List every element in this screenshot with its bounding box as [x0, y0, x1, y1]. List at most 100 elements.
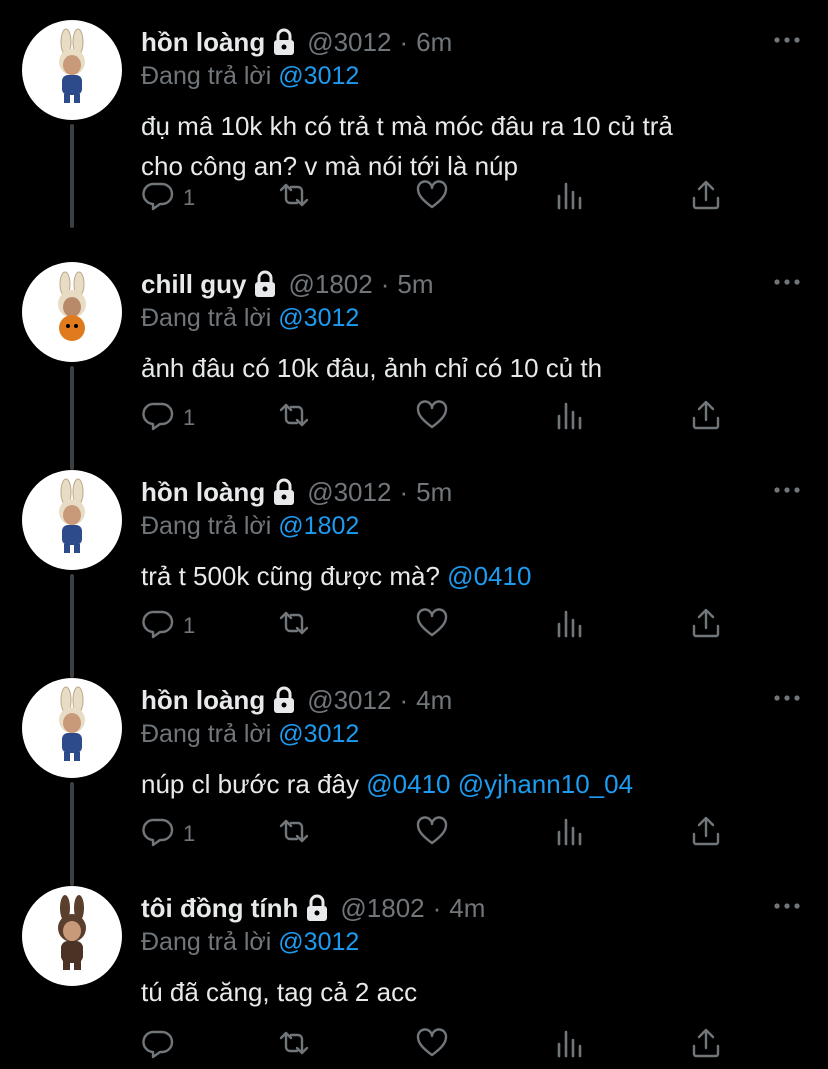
timestamp[interactable]: 4m [416, 685, 452, 716]
tweet-text-line: núp cl bước ra đây @0410 @yjhann10_04 [141, 764, 781, 804]
reply-button[interactable]: 1 [141, 400, 195, 436]
reply-count: 1 [183, 405, 196, 430]
replying-mention[interactable]: @3012 [278, 304, 359, 332]
action-bar: 1 [141, 608, 741, 648]
replying-mention[interactable]: @3012 [278, 62, 359, 90]
timestamp[interactable]: 4m [449, 893, 485, 924]
replying-to: Đang trả lời @3012 [141, 62, 359, 91]
retweet-button[interactable] [277, 1028, 311, 1064]
reply-button[interactable] [141, 1028, 175, 1064]
action-bar: 1 [141, 816, 741, 856]
replying-mention[interactable]: @3012 [278, 720, 359, 748]
replying-prefix: Đang trả lời [141, 304, 272, 332]
like-button[interactable] [415, 816, 449, 852]
share-button[interactable] [689, 1028, 723, 1064]
replying-mention[interactable]: @3012 [278, 928, 359, 956]
action-bar [141, 1028, 741, 1068]
more-icon[interactable] [772, 896, 802, 916]
timestamp[interactable]: 5m [416, 477, 452, 508]
views-button[interactable] [553, 1028, 587, 1064]
reply-button[interactable]: 1 [141, 816, 195, 852]
like-icon [415, 1026, 449, 1066]
share-icon [689, 398, 723, 438]
reply-button[interactable]: 1 [141, 180, 195, 216]
handle[interactable]: @3012 [307, 27, 391, 58]
lock-icon [304, 894, 330, 922]
views-icon [553, 398, 587, 438]
more-icon[interactable] [772, 480, 802, 500]
lock-icon [271, 478, 297, 506]
tweet-3[interactable]: hồn loàng @3012 · 5m Đang trả lời @1802 … [0, 470, 828, 678]
tweet-4[interactable]: hồn loàng @3012 · 4m Đang trả lời @3012 … [0, 678, 828, 886]
thread-line [70, 366, 74, 470]
lock-icon [271, 686, 297, 714]
like-button[interactable] [415, 608, 449, 644]
retweet-button[interactable] [277, 608, 311, 644]
handle[interactable]: @3012 [307, 685, 391, 716]
handle[interactable]: @3012 [307, 477, 391, 508]
replying-to: Đang trả lời @3012 [141, 928, 359, 957]
like-button[interactable] [415, 1028, 449, 1064]
tweet-2[interactable]: chill guy @1802 · 5m Đang trả lời @3012 … [0, 262, 828, 470]
more-icon[interactable] [772, 272, 802, 292]
avatar[interactable] [22, 262, 122, 362]
retweet-button[interactable] [277, 180, 311, 216]
views-button[interactable] [553, 816, 587, 852]
retweet-button[interactable] [277, 816, 311, 852]
timestamp[interactable]: 6m [416, 27, 452, 58]
avatar[interactable] [22, 20, 122, 120]
reply-icon [141, 606, 175, 646]
reply-count: 1 [183, 613, 196, 638]
views-button[interactable] [553, 180, 587, 216]
views-button[interactable] [553, 400, 587, 436]
more-icon[interactable] [772, 30, 802, 50]
display-name[interactable]: chill guy [141, 269, 246, 300]
timestamp[interactable]: 5m [397, 269, 433, 300]
reply-thread: hồn loàng @3012 · 6m Đang trả lời @3012 … [0, 0, 828, 1069]
share-button[interactable] [689, 608, 723, 644]
action-bar: 1 [141, 400, 741, 440]
tweet-text-line: ảnh đâu có 10k đâu, ảnh chỉ có 10 củ th [141, 353, 603, 383]
mention-link[interactable]: @0410 [447, 561, 531, 591]
display-name[interactable]: tôi đồng tính [141, 893, 298, 924]
replying-prefix: Đang trả lời [141, 720, 272, 748]
avatar[interactable] [22, 886, 122, 986]
share-button[interactable] [689, 816, 723, 852]
mention-link[interactable]: @0410 [366, 769, 450, 799]
like-icon [415, 606, 449, 646]
mention-link[interactable]: @yjhann10_04 [458, 769, 633, 799]
thread-line [70, 124, 74, 228]
retweet-icon [277, 606, 311, 646]
share-button[interactable] [689, 400, 723, 436]
retweet-button[interactable] [277, 400, 311, 436]
display-name[interactable]: hồn loàng [141, 685, 265, 716]
tweet-text-line: đụ mâ 10k kh có trả t mà móc đâu ra 10 c… [141, 111, 673, 141]
views-icon [553, 606, 587, 646]
like-button[interactable] [415, 180, 449, 216]
avatar[interactable] [22, 678, 122, 778]
reply-button[interactable]: 1 [141, 608, 195, 644]
reply-icon [141, 178, 175, 218]
share-button[interactable] [689, 180, 723, 216]
handle[interactable]: @1802 [340, 893, 424, 924]
replying-mention[interactable]: @1802 [278, 512, 359, 540]
tweet-text: trả t 500k cũng được mà? @0410 [141, 556, 781, 596]
reply-count: 1 [183, 185, 196, 210]
retweet-icon [277, 398, 311, 438]
separator: · [432, 892, 442, 923]
handle[interactable]: @1802 [288, 269, 372, 300]
avatar[interactable] [22, 470, 122, 570]
display-name[interactable]: hồn loàng [141, 27, 265, 58]
share-icon [689, 814, 723, 854]
lock-icon [271, 28, 297, 56]
tweet-5[interactable]: tôi đồng tính @1802 · 4m Đang trả lời @3… [0, 886, 828, 1069]
tweet-text-line: trả t 500k cũng được mà? @0410 [141, 556, 781, 596]
views-button[interactable] [553, 608, 587, 644]
display-name[interactable]: hồn loàng [141, 477, 265, 508]
like-button[interactable] [415, 400, 449, 436]
more-icon[interactable] [772, 688, 802, 708]
tweet-text: tú đã căng, tag cả 2 acc [141, 972, 781, 1012]
tweet-1[interactable]: hồn loàng @3012 · 6m Đang trả lời @3012 … [0, 20, 828, 228]
lock-icon [252, 270, 278, 298]
retweet-icon [277, 814, 311, 854]
